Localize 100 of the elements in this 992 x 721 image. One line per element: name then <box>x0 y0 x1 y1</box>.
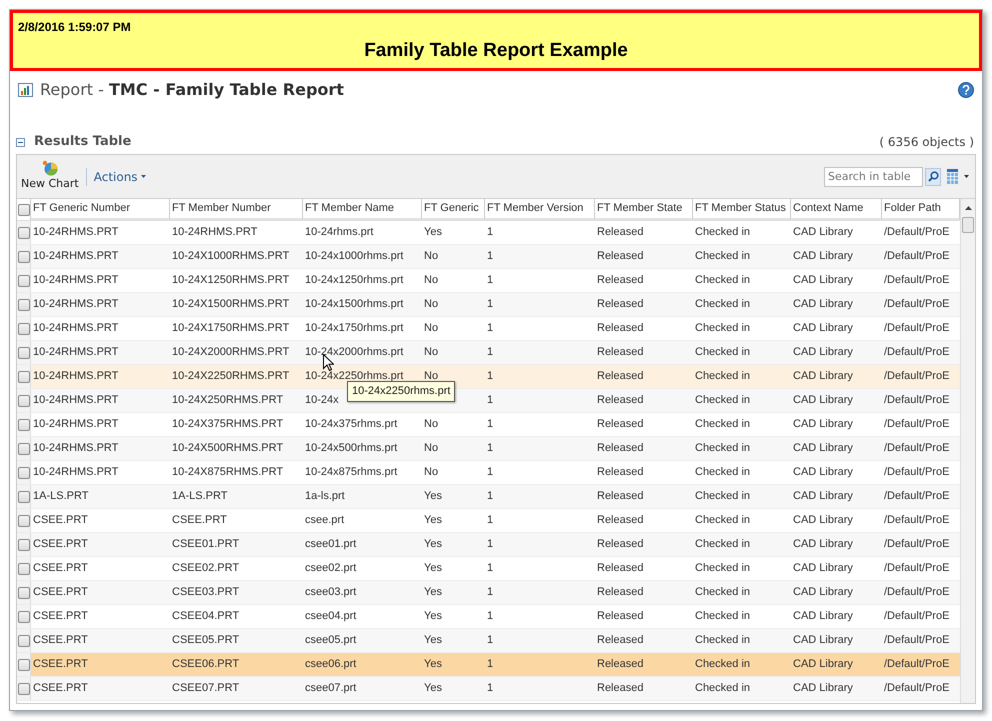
table-row[interactable]: CSEE.PRT CSEE05.PRT csee05.prt Yes 1 Released Checked in CAD Library /Default/ProE <box>17 629 960 653</box>
table-view-icon[interactable] <box>947 169 958 184</box>
table-row[interactable]: 1A-LS.PRT 1A-LS.PRT 1a-ls.prt Yes 1 Released Checked in CAD Library /Default/ProE <box>17 485 960 509</box>
table-row[interactable]: 10-24RHMS.PRT 10-24X2000RHMS.PRT 10-24x2000rhms.prt No 1 Released Checked in CAD Library /Default/ProE <box>17 341 960 365</box>
search-icon[interactable] <box>925 168 941 186</box>
table-cell-text: Checked in <box>695 393 750 408</box>
table-row[interactable]: 10-24RHMS.PRT 10-24X875RHMS.PRT 10-24x875rhms.prt No 1 Released Checked in CAD Library /Default/ProE <box>17 461 960 485</box>
scrollbar-thumb[interactable] <box>962 217 974 233</box>
table-cell-text: csee04.prt <box>305 609 356 624</box>
checkbox[interactable] <box>18 250 30 262</box>
table-cell-text: /Default/ProE <box>884 561 950 576</box>
table-row[interactable]: 10-24RHMS.PRT 10-24RHMS.PRT 10-24rhms.prt Yes 1 Released Checked in CAD Library /Default/ProE <box>17 221 960 245</box>
table-cell-text: /Default/ProE <box>884 465 950 480</box>
help-icon[interactable] <box>958 82 974 98</box>
checkbox[interactable] <box>18 538 30 550</box>
checkbox[interactable] <box>18 658 30 670</box>
table-cell-text: Released <box>597 345 644 360</box>
checkbox[interactable] <box>18 346 30 358</box>
table-cell-text: Released <box>597 393 644 408</box>
table-row[interactable]: 10-24RHMS.PRT 10-24X1500RHMS.PRT 10-24x1500rhms.prt No 1 Released Checked in CAD Library /Default/ProE <box>17 293 960 317</box>
checkbox[interactable] <box>18 322 30 334</box>
table-row[interactable]: CSEE.PRT CSEE.PRT csee.prt Yes 1 Released Checked in CAD Library /Default/ProE <box>17 509 960 533</box>
table-row[interactable]: 10-24RHMS.PRT 10-24X1250RHMS.PRT 10-24x1250rhms.prt No 1 Released Checked in CAD Library /Default/ProE <box>17 269 960 293</box>
table-cell-text: 10-24X375RHMS.PRT <box>172 417 284 432</box>
checkbox[interactable] <box>18 204 30 216</box>
table-cell-text: 10-24X875RHMS.PRT <box>172 465 284 480</box>
table-cell-text: CAD Library <box>793 249 853 264</box>
table-cell-text: csee03.prt <box>305 585 356 600</box>
table-cell-text: /Default/ProE <box>884 441 950 456</box>
table-row[interactable]: CSEE.PRT CSEE06.PRT csee06.prt Yes 1 Released Checked in CAD Library /Default/ProE <box>17 653 960 677</box>
table-cell-text: Yes <box>424 657 442 672</box>
table-cell-text: 10-24RHMS.PRT <box>172 225 258 240</box>
table-cell-text: 10-24X250RHMS.PRT <box>172 393 284 408</box>
table-cell-text: 10-24RHMS.PRT <box>33 465 118 480</box>
table-cell-text: Released <box>597 633 644 648</box>
table-row[interactable]: CSEE.PRT CSEE03.PRT csee03.prt Yes 1 Released Checked in CAD Library /Default/ProE <box>17 581 960 605</box>
table-cell-text: Checked in <box>695 489 750 504</box>
table-cell-text: Released <box>597 417 644 432</box>
checkbox[interactable] <box>18 610 30 622</box>
table-cell-text: 1 <box>487 441 494 456</box>
table-cell-text: 1 <box>487 561 494 576</box>
checkbox[interactable] <box>18 466 30 478</box>
table-cell-text: Released <box>597 561 644 576</box>
table-row[interactable]: CSEE.PRT CSEE01.PRT csee01.prt Yes 1 Released Checked in CAD Library /Default/ProE <box>17 533 960 557</box>
table-cell-text: 1 <box>487 321 494 336</box>
checkbox[interactable] <box>18 298 30 310</box>
table-cell-text: 10-24X500RHMS.PRT <box>172 441 284 456</box>
table-cell-text: CSEE05.PRT <box>172 633 240 648</box>
table-row[interactable]: CSEE.PRT CSEE04.PRT csee04.prt Yes 1 Released Checked in CAD Library /Default/ProE <box>17 605 960 629</box>
table-row[interactable]: CSEE.PRT CSEE02.PRT csee02.prt Yes 1 Released Checked in CAD Library /Default/ProE <box>17 557 960 581</box>
new-chart-button[interactable]: New Chart <box>21 160 79 193</box>
object-count: ( 6356 objects ) <box>879 134 975 151</box>
checkbox[interactable] <box>18 514 30 526</box>
table-cell-text: 10-24RHMS.PRT <box>33 225 118 240</box>
table-cell-text: Yes <box>424 561 442 576</box>
table-cell-text: CSEE.PRT <box>33 537 88 552</box>
collapse-toggle[interactable] <box>16 138 25 147</box>
checkbox[interactable] <box>18 418 30 430</box>
table-cell-text: CAD Library <box>793 657 853 672</box>
checkbox[interactable] <box>18 562 30 574</box>
table-cell-text: No <box>424 465 438 480</box>
actions-menu[interactable]: Actions <box>94 168 146 186</box>
scrollbar[interactable] <box>960 199 975 703</box>
table-cell-text: Released <box>597 225 644 240</box>
checkbox[interactable] <box>18 490 30 502</box>
table-cell-text: Checked in <box>695 561 750 576</box>
table-cell-text: 10-24RHMS.PRT <box>33 297 118 312</box>
table-cell-text: 1 <box>487 225 494 240</box>
table-cell-text: Released <box>597 321 644 336</box>
table-cell-text: No <box>424 345 438 360</box>
checkbox[interactable] <box>18 634 30 646</box>
table-cell-text: Checked in <box>695 441 750 456</box>
table-row[interactable]: CSEE.PRT CSEE07.PRT csee07.prt Yes 1 Released Checked in CAD Library /Default/ProE <box>17 677 960 701</box>
checkbox[interactable] <box>18 370 30 382</box>
table-cell-text: Released <box>597 657 644 672</box>
table-cell-text: 10-24X1250RHMS.PRT <box>172 273 290 288</box>
table-cell-text: Checked in <box>695 633 750 648</box>
table-cell-text: CSEE.PRT <box>172 513 227 528</box>
table-cell-text: CAD Library <box>793 537 853 552</box>
table-row[interactable]: 10-24RHMS.PRT 10-24X1000RHMS.PRT 10-24x1000rhms.prt No 1 Released Checked in CAD Library /Default/ProE <box>17 245 960 269</box>
table-cell-text: Checked in <box>695 657 750 672</box>
checkbox[interactable] <box>18 226 30 238</box>
checkbox[interactable] <box>18 442 30 454</box>
table-row[interactable]: 10-24RHMS.PRT 10-24X1750RHMS.PRT 10-24x1750rhms.prt No 1 Released Checked in CAD Library /Default/ProE <box>17 317 960 341</box>
checkbox[interactable] <box>18 394 30 406</box>
checkbox[interactable] <box>18 586 30 598</box>
table-cell-text: No <box>424 321 438 336</box>
checkbox[interactable] <box>18 274 30 286</box>
table-row[interactable]: 10-24RHMS.PRT 10-24X500RHMS.PRT 10-24x500rhms.prt No 1 Released Checked in CAD Library /Default/ProE <box>17 437 960 461</box>
scroll-up-arrow-icon[interactable] <box>965 206 972 210</box>
search-field[interactable]: Search in table <box>824 166 923 186</box>
checkbox[interactable] <box>18 682 30 694</box>
table-cell-text: CAD Library <box>793 417 853 432</box>
table-cell-text: 10-24RHMS.PRT <box>33 393 118 408</box>
table-row[interactable]: 10-24RHMS.PRT 10-24X375RHMS.PRT 10-24x375rhms.prt No 1 Released Checked in CAD Library /Default/ProE <box>17 413 960 437</box>
table-cell-text: CSEE07.PRT <box>172 681 240 696</box>
table-cell-text: 1 <box>487 369 494 384</box>
caret-icon[interactable] <box>964 175 969 178</box>
table-cell-text: Checked in <box>695 273 750 288</box>
table-cell-text: CSEE.PRT <box>33 561 88 576</box>
